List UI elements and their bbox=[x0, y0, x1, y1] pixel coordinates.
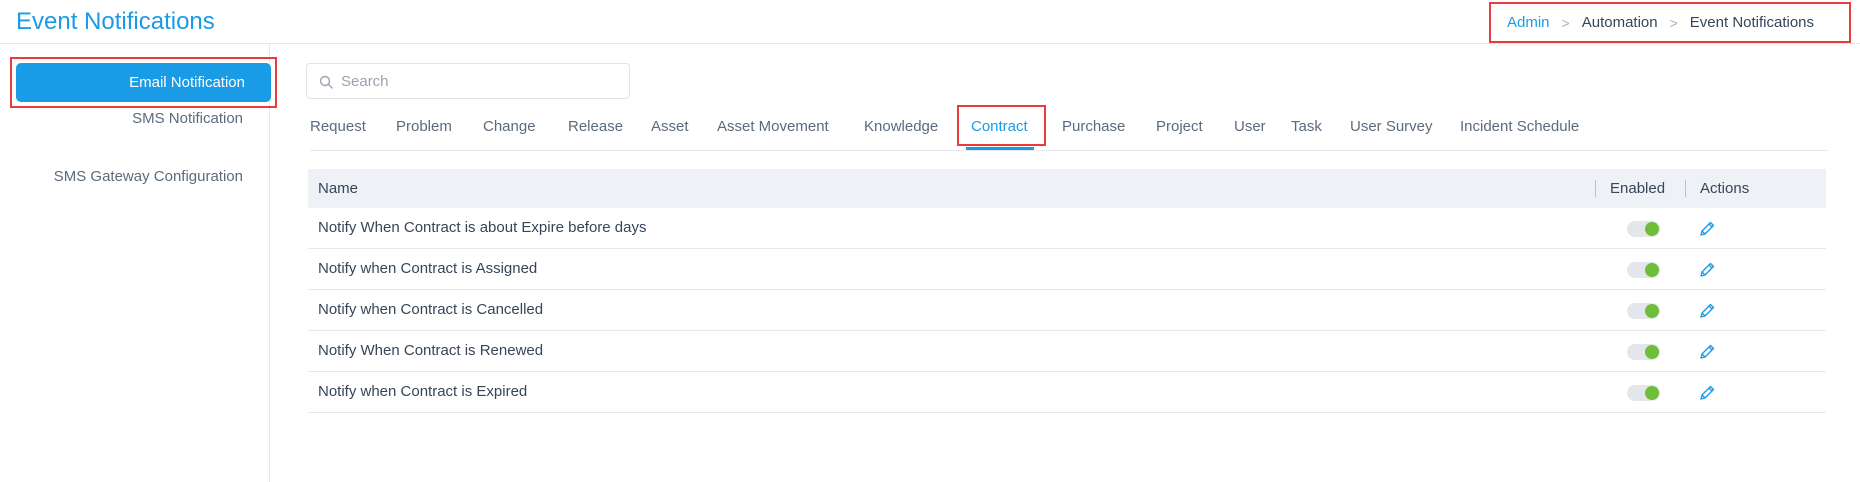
notification-name: Notify when Contract is Assigned bbox=[318, 260, 538, 277]
enabled-toggle[interactable] bbox=[1627, 221, 1660, 237]
tab-request[interactable]: Request bbox=[310, 118, 366, 135]
pencil-icon[interactable] bbox=[1698, 220, 1716, 238]
chevron-right-icon: > bbox=[1669, 14, 1678, 31]
notification-name: Notify when Contract is Cancelled bbox=[318, 301, 544, 318]
search-icon bbox=[319, 75, 333, 89]
notifications-table: Name Enabled Actions Notify When Contrac… bbox=[308, 169, 1826, 413]
table-row: Notify When Contract is about Expire bef… bbox=[308, 208, 1826, 249]
tab-purchase[interactable]: Purchase bbox=[1062, 118, 1125, 135]
notification-name: Notify When Contract is about Expire bef… bbox=[318, 219, 647, 236]
enabled-toggle[interactable] bbox=[1627, 303, 1660, 319]
module-tabs: Request Problem Change Release Asset Ass… bbox=[310, 104, 1828, 151]
breadcrumb: Admin > Automation > Event Notifications bbox=[1489, 2, 1851, 43]
enabled-toggle[interactable] bbox=[1627, 385, 1660, 401]
tab-user-survey[interactable]: User Survey bbox=[1350, 118, 1433, 135]
tab-change[interactable]: Change bbox=[483, 118, 536, 135]
table-row: Notify when Contract is Assigned bbox=[308, 249, 1826, 290]
search-box bbox=[306, 63, 630, 99]
column-header-enabled: Enabled bbox=[1610, 180, 1666, 197]
table-row: Notify When Contract is Renewed bbox=[308, 331, 1826, 372]
tab-incident-schedule[interactable]: Incident Schedule bbox=[1460, 118, 1579, 135]
tab-task[interactable]: Task bbox=[1291, 118, 1322, 135]
tab-knowledge[interactable]: Knowledge bbox=[864, 118, 938, 135]
breadcrumb-automation[interactable]: Automation bbox=[1582, 14, 1658, 31]
sidebar-item-email-notification[interactable]: Email Notification bbox=[16, 63, 271, 102]
toggle-knob bbox=[1645, 222, 1659, 236]
search-input[interactable] bbox=[341, 66, 621, 96]
table-header: Name Enabled Actions bbox=[308, 169, 1826, 208]
enabled-toggle[interactable] bbox=[1627, 262, 1660, 278]
page-header: Event Notifications Admin > Automation >… bbox=[0, 0, 1860, 44]
toggle-knob bbox=[1645, 345, 1659, 359]
active-tab-indicator bbox=[966, 147, 1034, 150]
notification-name: Notify when Contract is Expired bbox=[318, 383, 528, 400]
sidebar-item-sms-gateway-configuration[interactable]: SMS Gateway Configuration bbox=[54, 168, 243, 185]
table-row: Notify when Contract is Cancelled bbox=[308, 290, 1826, 331]
breadcrumb-event-notifications: Event Notifications bbox=[1689, 14, 1815, 31]
notification-name: Notify When Contract is Renewed bbox=[318, 342, 544, 359]
page-title: Event Notifications bbox=[16, 8, 215, 35]
column-divider bbox=[1685, 180, 1686, 197]
enabled-toggle[interactable] bbox=[1627, 344, 1660, 360]
tab-release[interactable]: Release bbox=[568, 118, 623, 135]
toggle-knob bbox=[1645, 386, 1659, 400]
pencil-icon[interactable] bbox=[1698, 302, 1716, 320]
table-row: Notify when Contract is Expired bbox=[308, 372, 1826, 413]
sidebar: Email Notification SMS Notification SMS … bbox=[0, 44, 277, 482]
pencil-icon[interactable] bbox=[1698, 343, 1716, 361]
tab-highlight-box bbox=[957, 105, 1046, 146]
tab-asset-movement[interactable]: Asset Movement bbox=[717, 118, 829, 135]
column-header-name[interactable]: Name bbox=[318, 180, 358, 197]
pencil-icon[interactable] bbox=[1698, 384, 1716, 402]
pencil-icon[interactable] bbox=[1698, 261, 1716, 279]
toggle-knob bbox=[1645, 304, 1659, 318]
breadcrumb-admin[interactable]: Admin bbox=[1507, 14, 1550, 31]
column-divider bbox=[1595, 180, 1596, 197]
tab-project[interactable]: Project bbox=[1156, 118, 1203, 135]
tab-asset[interactable]: Asset bbox=[651, 118, 689, 135]
chevron-right-icon: > bbox=[1561, 14, 1570, 31]
toggle-knob bbox=[1645, 263, 1659, 277]
column-header-actions: Actions bbox=[1700, 180, 1750, 197]
sidebar-item-sms-notification[interactable]: SMS Notification bbox=[132, 110, 243, 127]
tab-user[interactable]: User bbox=[1234, 118, 1266, 135]
tab-problem[interactable]: Problem bbox=[396, 118, 452, 135]
